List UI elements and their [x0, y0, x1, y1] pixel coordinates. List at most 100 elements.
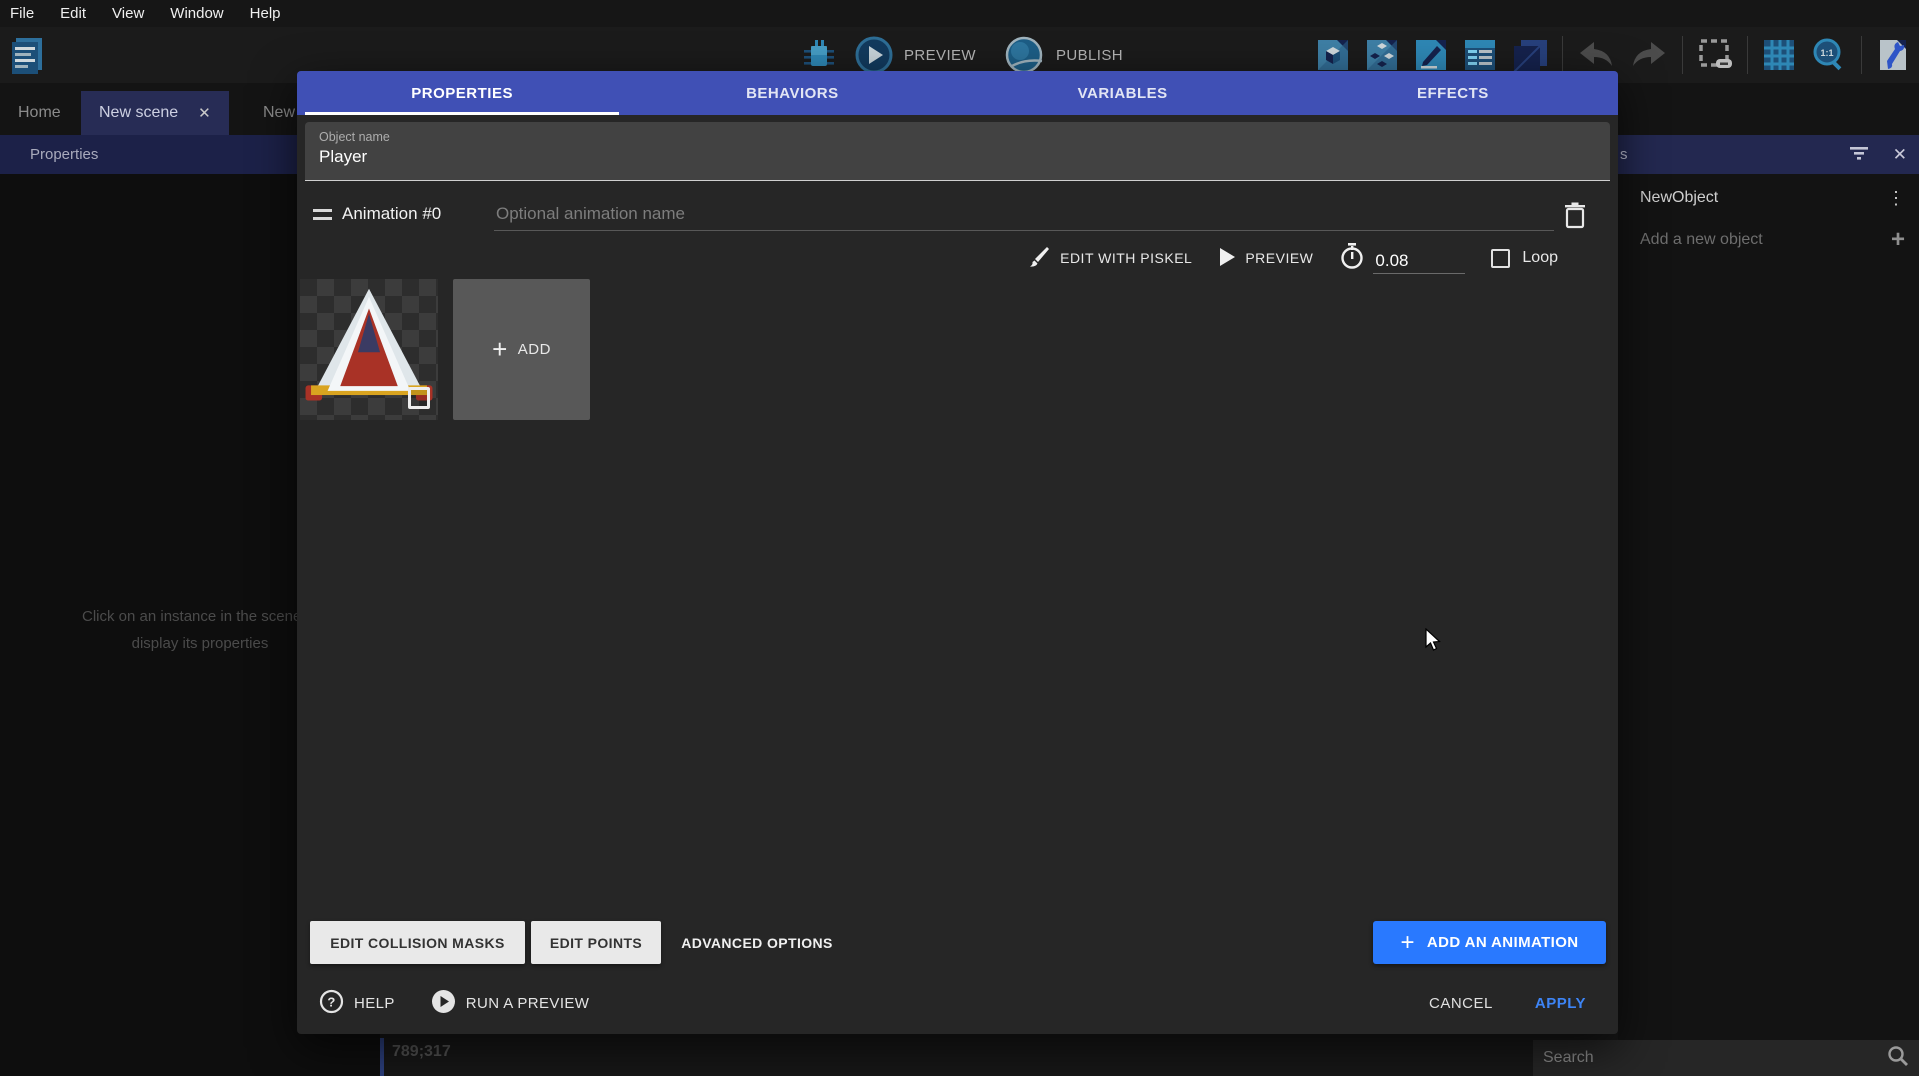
- debug-icon[interactable]: [800, 36, 838, 74]
- mask-selection-icon[interactable]: [1696, 37, 1734, 73]
- publish-globe-icon[interactable]: [1004, 35, 1046, 75]
- edit-with-piskel-label: EDIT WITH PISKEL: [1060, 250, 1192, 266]
- publish-button[interactable]: PUBLISH: [1056, 47, 1123, 64]
- dialog-footer: ? HELP RUN A PREVIEW CANCEL APPLY: [297, 983, 1618, 1023]
- setup-tools-icon[interactable]: [1875, 37, 1911, 73]
- animation-controls-row: EDIT WITH PISKEL PREVIEW: [1027, 240, 1558, 276]
- svg-text:?: ?: [327, 994, 335, 1009]
- zoom-one-to-one-icon[interactable]: 1:1: [1810, 36, 1848, 74]
- plus-icon[interactable]: +: [1891, 226, 1905, 254]
- close-panel-icon[interactable]: ✕: [1893, 145, 1907, 165]
- add-frame-button[interactable]: + ADD: [453, 279, 590, 420]
- menu-bar: File Edit View Window Help: [0, 0, 1919, 27]
- menu-help[interactable]: Help: [250, 5, 281, 22]
- toolbar-separator: [1861, 36, 1862, 74]
- app-window: File Edit View Window Help: [0, 0, 1919, 1076]
- run-a-preview-button[interactable]: RUN A PREVIEW: [431, 989, 590, 1018]
- loop-checkbox[interactable]: [1491, 249, 1510, 268]
- properties-panel-title: Properties: [30, 146, 98, 163]
- objects-panel-header: s ✕: [1618, 135, 1919, 174]
- animation-name-input[interactable]: [494, 198, 1554, 231]
- time-between-frames-input[interactable]: [1373, 249, 1465, 274]
- plus-icon: +: [492, 334, 508, 365]
- menu-view[interactable]: View: [112, 5, 144, 22]
- tab-behaviors[interactable]: BEHAVIORS: [627, 71, 957, 115]
- cancel-button[interactable]: CANCEL: [1429, 995, 1493, 1012]
- menu-edit[interactable]: Edit: [60, 5, 86, 22]
- tab-new-scene[interactable]: New scene ✕: [81, 91, 229, 135]
- svg-text:1:1: 1:1: [1820, 48, 1833, 58]
- apply-button[interactable]: APPLY: [1535, 995, 1586, 1012]
- object-name-field: Object name: [305, 122, 1610, 181]
- frames-strip: + ADD: [297, 279, 1618, 421]
- add-new-object-row[interactable]: Add a new object +: [1618, 221, 1919, 259]
- redo-icon[interactable]: [1629, 38, 1669, 72]
- instances-icon[interactable]: [1364, 37, 1400, 73]
- grid-icon[interactable]: [1761, 37, 1797, 73]
- plus-icon: +: [1400, 929, 1414, 957]
- scene-edge-highlight: [380, 1038, 384, 1076]
- play-icon: [1218, 247, 1236, 270]
- sprite-frame-thumbnail[interactable]: [300, 279, 438, 420]
- objects-panel-title-partial: s: [1620, 146, 1628, 163]
- object-name-input[interactable]: [319, 147, 1596, 167]
- time-between-frames-field: [1339, 242, 1465, 274]
- advanced-options-button[interactable]: ADVANCED OPTIONS: [667, 921, 847, 964]
- help-icon: ?: [319, 989, 344, 1018]
- run-a-preview-label: RUN A PREVIEW: [466, 995, 590, 1012]
- toolbar-separator: [1682, 36, 1683, 74]
- help-button[interactable]: ? HELP: [319, 989, 395, 1018]
- tab-variables[interactable]: VARIABLES: [958, 71, 1288, 115]
- preview-animation-label: PREVIEW: [1245, 250, 1313, 266]
- preview-button[interactable]: PREVIEW: [904, 47, 976, 64]
- object-list-item-label: NewObject: [1640, 189, 1718, 207]
- object-name-label: Object name: [319, 130, 1596, 144]
- object-menu-icon[interactable]: ⋮: [1887, 193, 1905, 203]
- objects-panel: s ✕ NewObject ⋮ Add a new object +: [1618, 135, 1919, 1076]
- cursor-coordinates: 789;317: [392, 1043, 451, 1061]
- active-tab-indicator: [305, 112, 619, 115]
- tab-new-scene-label: New scene: [99, 104, 178, 122]
- help-label: HELP: [354, 995, 395, 1012]
- tab-properties[interactable]: PROPERTIES: [297, 71, 627, 115]
- filter-icon[interactable]: [1849, 145, 1869, 165]
- play-circle-icon: [431, 989, 456, 1018]
- dialog-tab-bar: PROPERTIES BEHAVIORS VARIABLES EFFECTS: [297, 71, 1618, 115]
- dialog-action-row: EDIT COLLISION MASKS EDIT POINTS ADVANCE…: [297, 921, 1618, 964]
- tab-home-label: Home: [18, 104, 61, 122]
- layers-icon[interactable]: [1511, 37, 1549, 73]
- edit-collision-masks-button[interactable]: EDIT COLLISION MASKS: [310, 921, 525, 964]
- undo-icon[interactable]: [1576, 38, 1616, 72]
- preview-play-icon[interactable]: [854, 35, 894, 75]
- add-object-icon[interactable]: [1315, 37, 1351, 73]
- toolbar-separator: [1747, 36, 1748, 74]
- animation-title: Animation #0: [342, 204, 441, 224]
- brush-icon: [1027, 245, 1051, 272]
- project-manager-icon[interactable]: [8, 34, 48, 76]
- menu-window[interactable]: Window: [170, 5, 223, 22]
- tab-new-partial-label: New: [263, 104, 295, 122]
- edit-with-piskel-button[interactable]: EDIT WITH PISKEL: [1027, 245, 1192, 272]
- edit-scene-icon[interactable]: [1413, 37, 1449, 73]
- object-list-item[interactable]: NewObject ⋮: [1618, 179, 1919, 217]
- tab-home[interactable]: Home: [0, 91, 79, 135]
- animation-header-row: Animation #0: [297, 196, 1618, 236]
- edit-points-button[interactable]: EDIT POINTS: [531, 921, 661, 964]
- preview-animation-button[interactable]: PREVIEW: [1218, 247, 1313, 270]
- events-list-icon[interactable]: [1462, 37, 1498, 73]
- menu-file[interactable]: File: [10, 5, 34, 22]
- add-an-animation-button[interactable]: + ADD AN ANIMATION: [1373, 921, 1606, 964]
- add-frame-label: ADD: [518, 341, 551, 358]
- add-an-animation-label: ADD AN ANIMATION: [1427, 934, 1579, 951]
- objects-search-bar: [1533, 1040, 1919, 1076]
- tab-effects[interactable]: EFFECTS: [1288, 71, 1618, 115]
- add-new-object-label: Add a new object: [1640, 231, 1763, 249]
- search-input[interactable]: [1543, 1049, 1887, 1067]
- delete-animation-icon[interactable]: [1563, 201, 1587, 233]
- drag-handle-icon[interactable]: [313, 209, 332, 220]
- toolbar-separator: [1562, 36, 1563, 74]
- close-tab-icon[interactable]: ✕: [198, 104, 211, 122]
- loop-label: Loop: [1522, 249, 1558, 267]
- timer-icon: [1339, 242, 1365, 274]
- frame-select-checkbox[interactable]: [408, 387, 430, 409]
